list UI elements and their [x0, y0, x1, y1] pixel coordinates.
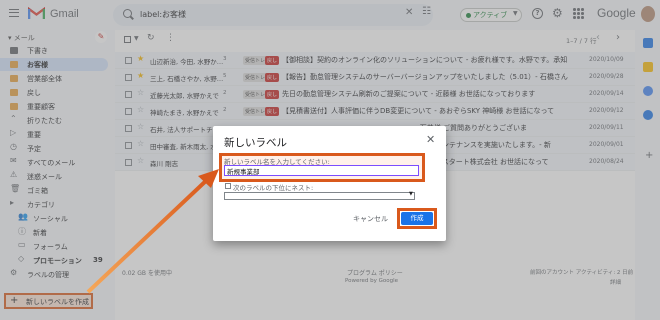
- close-icon[interactable]: ✕: [426, 133, 435, 146]
- create-button[interactable]: 作成: [401, 212, 433, 225]
- parent-label-select[interactable]: [224, 192, 415, 200]
- cancel-button[interactable]: キャンセル: [353, 214, 388, 224]
- dialog-title: 新しいラベル: [224, 137, 287, 149]
- chevron-down-icon: ▼: [409, 191, 413, 197]
- nest-label: 次のラベルの下位にネスト:: [233, 184, 314, 192]
- label-name-input[interactable]: [224, 165, 419, 176]
- nest-checkbox[interactable]: [225, 183, 231, 189]
